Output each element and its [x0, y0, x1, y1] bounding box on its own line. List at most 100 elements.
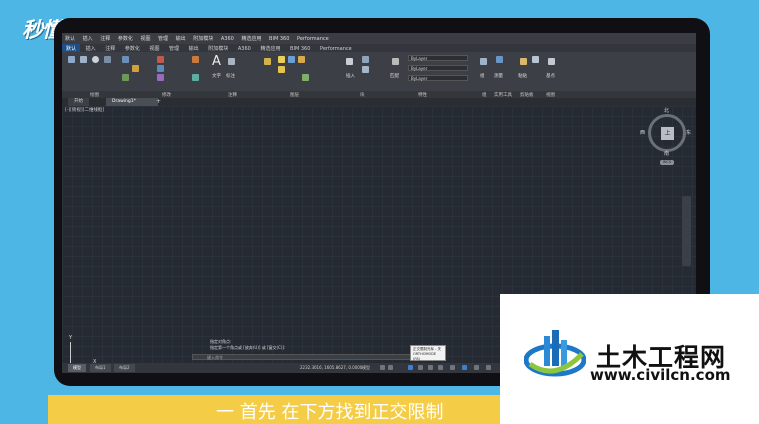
menu-bar: 默认 插入 注释 参数化 视图 管理 输出 附加模块 A360 精选应用 BIM…	[62, 33, 696, 44]
watermark: 土木工程网 www.civilcn.com	[500, 294, 759, 424]
base-point-icon[interactable]	[548, 58, 555, 65]
clipboard-copy-icon[interactable]	[532, 56, 539, 63]
layer-lock-icon[interactable]	[298, 56, 305, 63]
tab-addins[interactable]: 附加模块	[204, 44, 232, 52]
menu-item[interactable]: 插入	[80, 33, 96, 42]
group-icon[interactable]	[480, 58, 487, 65]
menu-item[interactable]: 附加模块	[190, 33, 216, 42]
trim-icon[interactable]	[157, 56, 164, 63]
compass-west: 西	[640, 130, 646, 136]
coordinates-readout: 2232.3016, 1605.8627, 0.0000	[300, 365, 363, 370]
menu-item[interactable]: 精选应用	[238, 33, 264, 42]
annotation-scale-icon[interactable]	[462, 365, 467, 370]
paste-label: 粘贴	[518, 74, 527, 79]
menu-item[interactable]: 注释	[97, 33, 113, 42]
insert-block-icon[interactable]	[346, 58, 353, 65]
ribbon-tabs: 默认 插入 注释 参数化 视图 管理 输出 附加模块 A360 精选应用 BIM…	[62, 44, 696, 52]
lineweight-combo[interactable]: ByLayer	[408, 75, 468, 81]
tab-a360[interactable]: A360	[234, 45, 255, 52]
wcs-menu[interactable]: WCS	[660, 160, 674, 165]
text-label: 文字	[212, 74, 221, 79]
tab-layout2[interactable]: 布局2	[114, 364, 135, 372]
text-icon[interactable]: A	[212, 54, 221, 69]
menu-item[interactable]: A360	[218, 34, 237, 42]
compass-east: 东	[686, 130, 692, 136]
menu-item[interactable]: 默认	[62, 33, 78, 42]
layer-state-icon[interactable]	[278, 56, 285, 63]
tab-start[interactable]: 开始	[68, 98, 89, 106]
base-label: 基点	[546, 74, 555, 79]
match-properties-icon[interactable]	[392, 58, 399, 65]
tooltip-shortcut: ORTHOMODE (F8)	[413, 352, 437, 361]
tab-layout1[interactable]: 布局1	[90, 364, 111, 372]
layer-on-icon[interactable]	[278, 66, 285, 73]
ucs-y-label: Y	[69, 335, 73, 341]
menu-item[interactable]: 参数化	[115, 33, 136, 42]
menu-item[interactable]: Performance	[294, 34, 332, 42]
dimension-icon[interactable]	[228, 58, 235, 65]
polyline-icon[interactable]	[80, 56, 87, 63]
tab-annotate[interactable]: 注释	[101, 44, 119, 52]
arc-icon[interactable]	[104, 56, 111, 63]
command-history-line: 指定第一个角点或 [放弃(U)] 或 [窗交(C)]:	[210, 345, 286, 350]
measure-label: 测量	[494, 74, 503, 79]
menu-item[interactable]: 视图	[137, 33, 153, 42]
tab-default[interactable]: 默认	[62, 44, 81, 52]
layer-properties-icon[interactable]	[264, 58, 271, 65]
lineweight-icon[interactable]	[450, 365, 455, 370]
insert-label: 插入	[346, 74, 355, 79]
tab-drawing1[interactable]: Drawing1*	[106, 98, 158, 106]
measure-icon[interactable]	[496, 56, 503, 63]
line-icon[interactable]	[68, 56, 75, 63]
move-icon[interactable]	[122, 56, 129, 63]
tab-performance[interactable]: Performance	[316, 45, 356, 52]
watermark-url: www.civilcn.com	[590, 366, 731, 384]
new-tab-plus-icon[interactable]: +	[156, 98, 161, 105]
create-block-icon[interactable]	[362, 56, 369, 63]
mirror-icon[interactable]	[157, 65, 164, 72]
tab-view[interactable]: 视图	[145, 44, 163, 52]
osnap-icon[interactable]	[428, 365, 433, 370]
compass-north: 北	[664, 108, 670, 114]
tab-insert[interactable]: 插入	[82, 44, 100, 52]
mark-label: 标注	[226, 74, 235, 79]
navigation-bar[interactable]	[682, 196, 691, 266]
ribbon: A 文字 标注 插入 匹配 ByLayer ByLayer ByLayer 组 …	[62, 52, 696, 91]
otrack-icon[interactable]	[438, 365, 443, 370]
grid-icon[interactable]	[380, 365, 385, 370]
edit-block-icon[interactable]	[362, 66, 369, 73]
ortho-mode-icon[interactable]	[408, 365, 413, 370]
customize-icon[interactable]	[486, 365, 491, 370]
viewcube[interactable]: 上 北 南 东 西	[640, 108, 691, 157]
command-input[interactable]: 键入命令	[192, 354, 422, 360]
color-combo[interactable]: ByLayer	[408, 55, 468, 61]
snap-icon[interactable]	[388, 365, 393, 370]
tab-output[interactable]: 输出	[185, 44, 203, 52]
model-space-button[interactable]: 模型	[362, 365, 370, 371]
tab-bim360[interactable]: BIM 360	[286, 45, 314, 52]
menu-item[interactable]: BIM 360	[266, 34, 292, 42]
rotate-icon[interactable]	[132, 65, 139, 72]
stretch-icon[interactable]	[157, 74, 164, 81]
viewport-controls[interactable]: [-][俯视][二维线框]	[65, 107, 104, 113]
workspace-icon[interactable]	[474, 365, 479, 370]
paste-icon[interactable]	[520, 58, 527, 65]
circle-icon[interactable]	[92, 56, 99, 63]
tab-model[interactable]: 模型	[68, 364, 86, 372]
compass-south: 南	[664, 151, 670, 157]
linetype-combo[interactable]: ByLayer	[408, 65, 468, 71]
fillet-icon[interactable]	[192, 56, 199, 63]
document-tabs: 开始 Drawing1* +	[62, 98, 696, 106]
menu-item[interactable]: 输出	[173, 33, 189, 42]
tab-manage[interactable]: 管理	[165, 44, 183, 52]
viewcube-face[interactable]: 上	[661, 127, 674, 140]
tab-featured-apps[interactable]: 精选应用	[256, 44, 284, 52]
tab-parametric[interactable]: 参数化	[121, 44, 144, 52]
layer-match-icon[interactable]	[302, 74, 309, 81]
layer-freeze-icon[interactable]	[288, 56, 295, 63]
array-icon[interactable]	[192, 74, 199, 81]
menu-item[interactable]: 管理	[155, 33, 171, 42]
polar-icon[interactable]	[418, 365, 423, 370]
copy-icon[interactable]	[122, 74, 129, 81]
ortho-tooltip: 正交限制光标 - 关 ORTHOMODE (F8)	[410, 345, 446, 361]
